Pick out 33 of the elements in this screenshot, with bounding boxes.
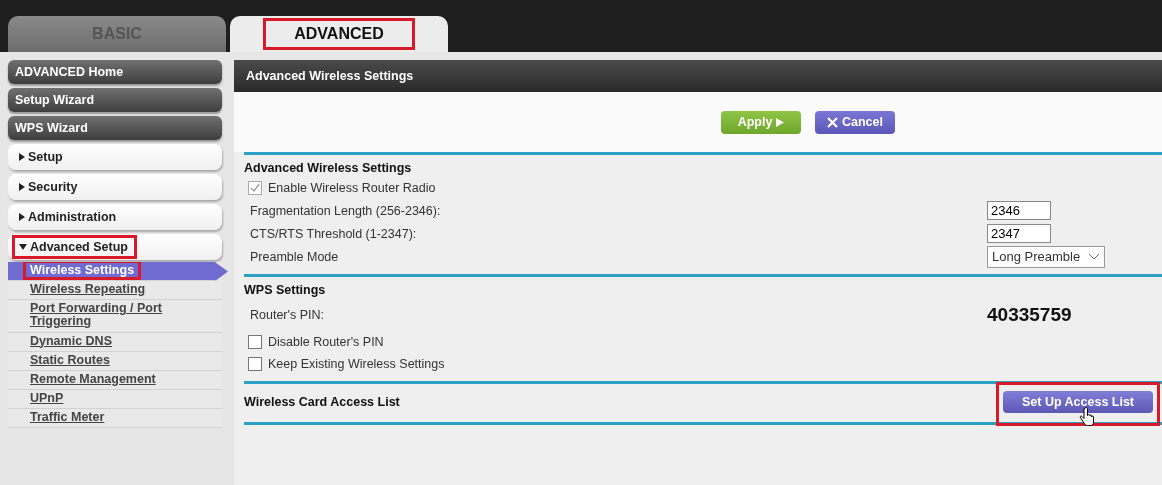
checkbox-label: Keep Existing Wireless Settings [268, 357, 445, 371]
access-list-button[interactable]: Set Up Access List [1003, 391, 1153, 413]
checkbox-label: Disable Router's PIN [268, 335, 384, 349]
input-field[interactable]: 2346 [987, 201, 1051, 220]
menu-link[interactable]: Wireless Settings [8, 262, 228, 282]
menu-link[interactable]: Port Forwarding / Port Triggering [8, 300, 222, 333]
menu-button[interactable]: Setup Wizard [8, 88, 222, 112]
section-title: Wireless Card Access List [244, 395, 400, 409]
dropdown[interactable]: Long Preamble [987, 245, 1106, 268]
tab[interactable]: ADVANCED [230, 16, 448, 52]
input-field[interactable]: 2347 [987, 224, 1051, 243]
field-label: CTS/RTS Threshold (1-2347): [250, 226, 417, 241]
menu-section[interactable]: Security [8, 174, 222, 200]
field-label: Router's PIN: [250, 308, 324, 322]
menu-section[interactable]: Administration [8, 204, 222, 230]
cancel-button[interactable]: Cancel [815, 110, 895, 134]
menu-section[interactable]: Advanced Setup [8, 234, 222, 260]
checkbox-label: Enable Wireless Router Radio [268, 181, 436, 195]
menu-link[interactable]: Traffic Meter [8, 409, 222, 429]
menu-button[interactable]: ADVANCED Home [8, 60, 222, 84]
menu-section[interactable]: Setup [8, 144, 222, 170]
field-label: Fragmentation Length (256-2346): [250, 203, 441, 218]
panel-title: Advanced Wireless Settings [234, 60, 1162, 92]
section-title: WPS Settings [244, 283, 327, 297]
menu-link[interactable]: Remote Management [8, 370, 222, 390]
field-label: Preamble Mode [250, 249, 339, 264]
menu-button[interactable]: WPS Wizard [8, 116, 222, 140]
menu-link[interactable]: Wireless Repeating [8, 281, 222, 301]
menu-link[interactable]: UPnP [8, 389, 222, 409]
pin-value: 40335759 [987, 304, 1072, 326]
menu-link[interactable]: Static Routes [8, 351, 222, 371]
section-title: Advanced Wireless Settings [244, 161, 413, 175]
menu-link[interactable]: Dynamic DNS [8, 332, 222, 352]
